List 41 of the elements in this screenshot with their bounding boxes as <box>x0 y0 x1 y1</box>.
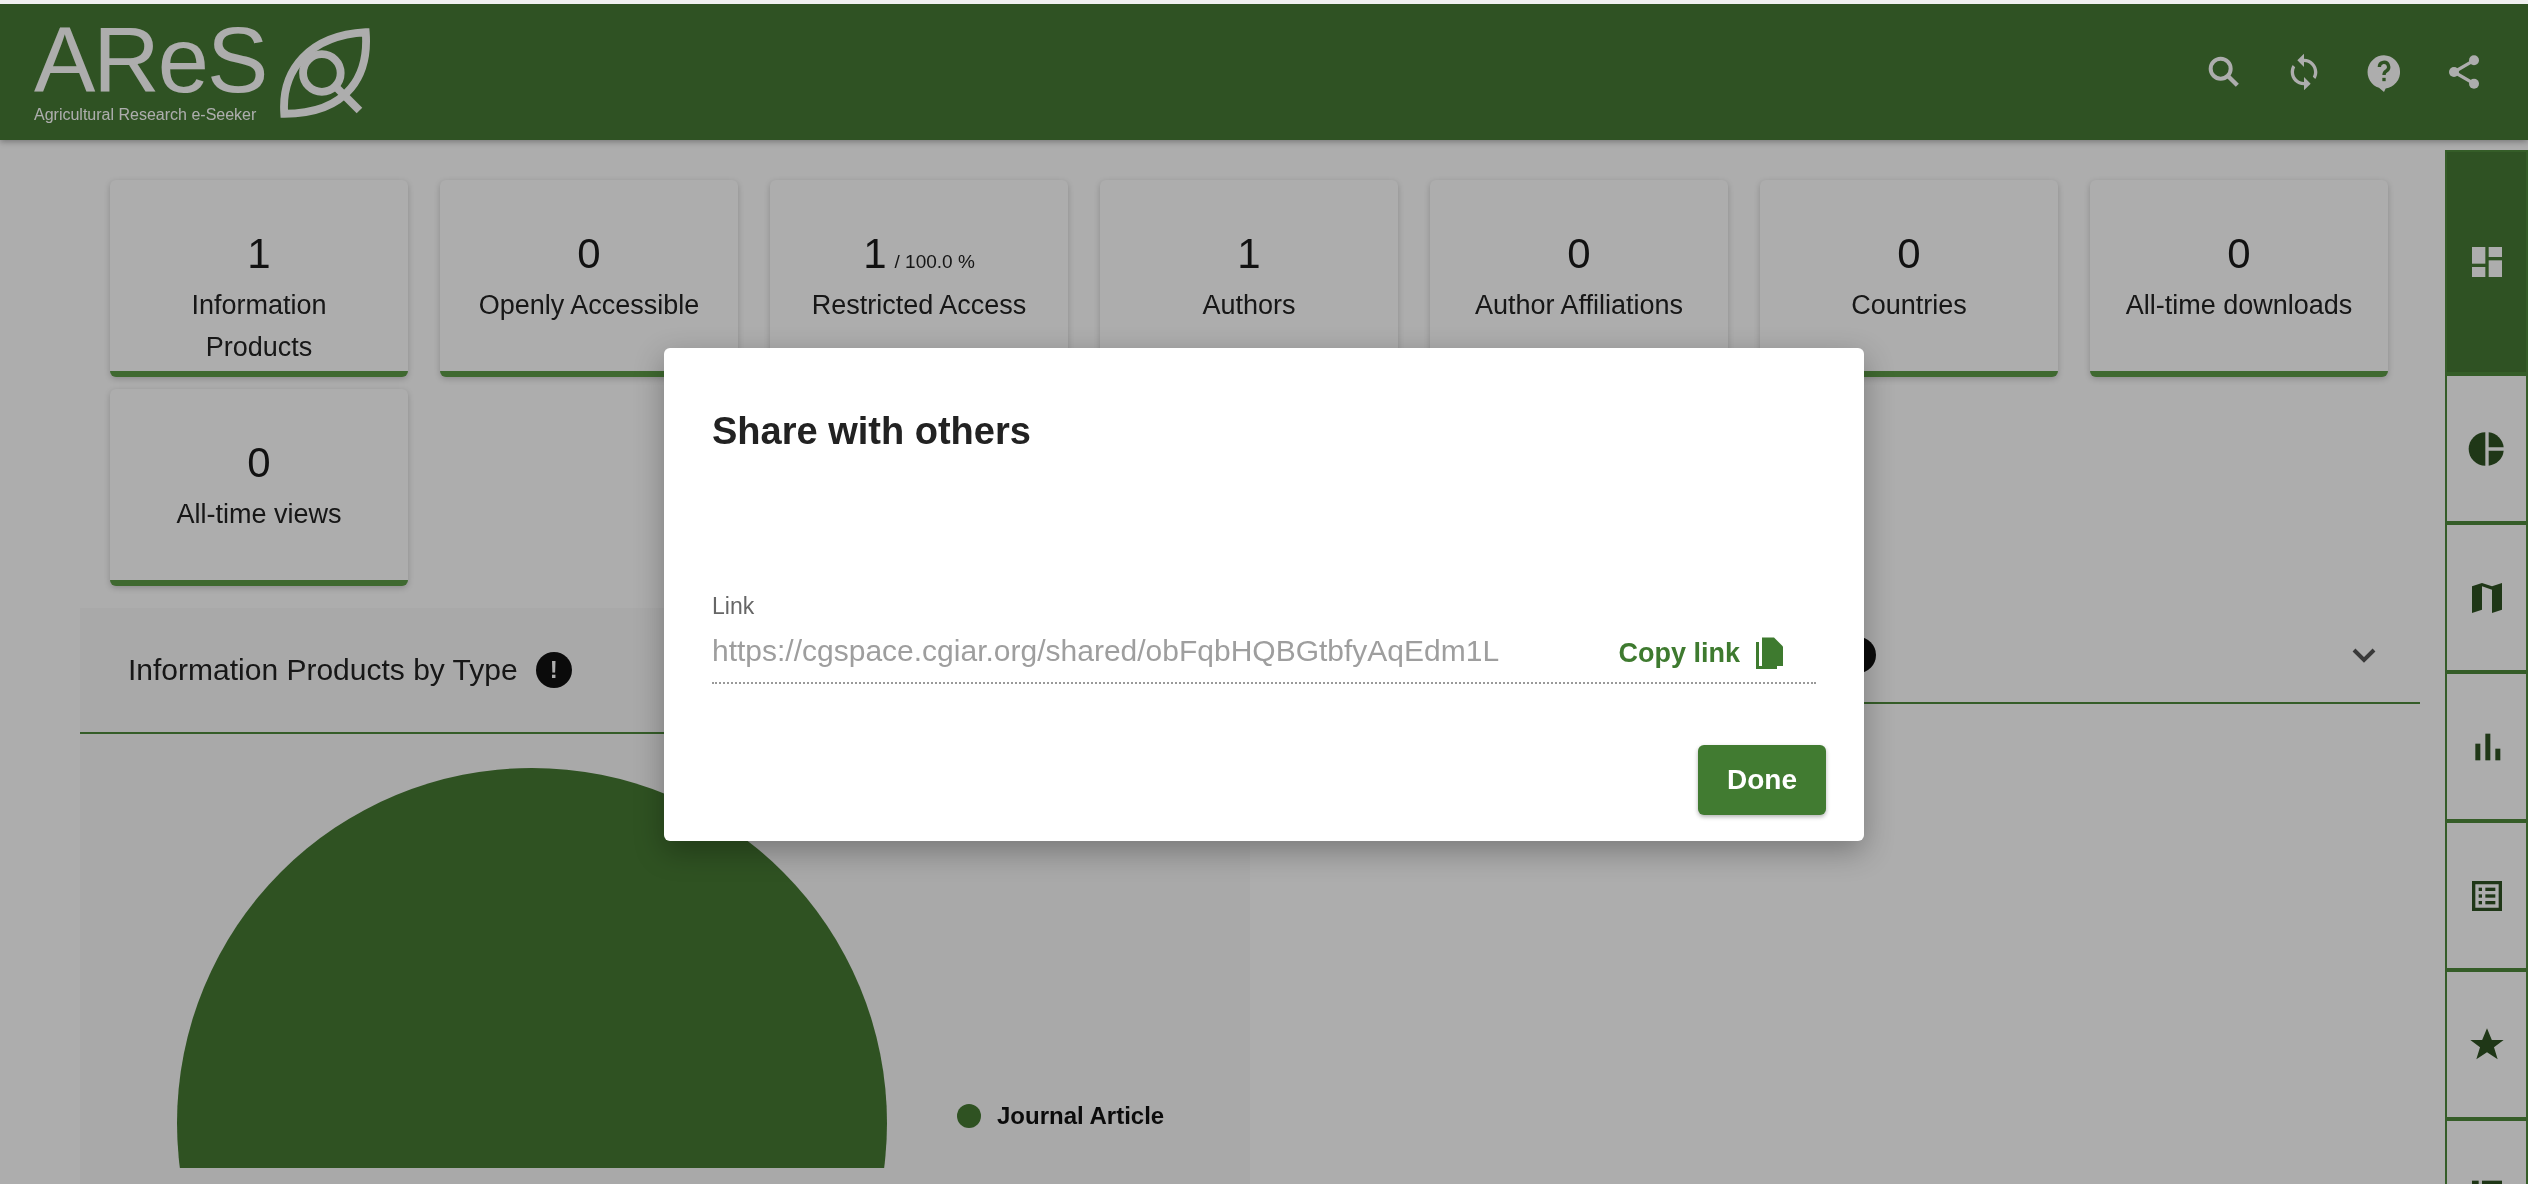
stat-value: 0 <box>1567 230 1591 278</box>
done-button[interactable]: Done <box>1698 744 1826 815</box>
stat-value: 1 <box>1237 230 1261 278</box>
leaf-magnifier-icon <box>278 26 373 120</box>
pie-chart-icon <box>2468 431 2504 466</box>
logo-text: AReS <box>34 20 267 100</box>
copy-link-button[interactable]: Copy link <box>1618 627 1816 674</box>
sidebar-tab[interactable] <box>2445 150 2528 374</box>
stat-value: 1 <box>247 230 271 278</box>
stat-label: Author Affiliations <box>1473 289 1685 322</box>
stat-value: 0 <box>247 439 271 487</box>
bar-chart-icon <box>2474 733 2500 760</box>
link-field[interactable]: https://cgspace.cgiar.org/shared/obFqbHQBGtbfyAqEdm1L <box>712 625 1619 676</box>
logo-tagline: Agricultural Research e-Seeker <box>34 106 258 124</box>
dashboard-icon <box>2471 247 2502 277</box>
stat-label: Restricted Access <box>810 289 1028 322</box>
stat-value: 0 <box>577 230 601 278</box>
field-label: Link <box>712 592 755 620</box>
stat-value: 1 <box>863 230 887 278</box>
sidebar-tab[interactable] <box>2445 821 2528 970</box>
stat-value: 0 <box>2227 230 2251 278</box>
legend-label: Journal Article <box>997 1102 1165 1130</box>
stat-label: All-time views <box>175 498 343 531</box>
stat-label: Authors <box>1201 289 1297 322</box>
stat-value: 0 <box>1897 230 1921 278</box>
panel-title: Information Products by Type <box>128 653 518 687</box>
list-icon <box>2471 1180 2502 1184</box>
dialog-title: Share with others <box>712 409 1031 453</box>
sidebar-tab[interactable] <box>2445 970 2528 1119</box>
sidebar-tab[interactable] <box>2445 523 2528 672</box>
sidebar-tab[interactable] <box>2445 374 2528 523</box>
stat-percent: / 100.0 % <box>894 251 975 273</box>
sidebar-tab[interactable] <box>2445 672 2528 821</box>
stat-label: Countries <box>1850 289 1968 322</box>
star-icon <box>2469 1027 2504 1059</box>
list-box-icon <box>2471 880 2502 911</box>
stat-label: Openly Accessible <box>477 289 701 322</box>
info-badge[interactable]: ! <box>535 652 572 688</box>
stat-label: Information Products <box>190 289 328 364</box>
stat-label: All-time downloads <box>2124 289 2354 322</box>
map-icon <box>2471 582 2502 613</box>
